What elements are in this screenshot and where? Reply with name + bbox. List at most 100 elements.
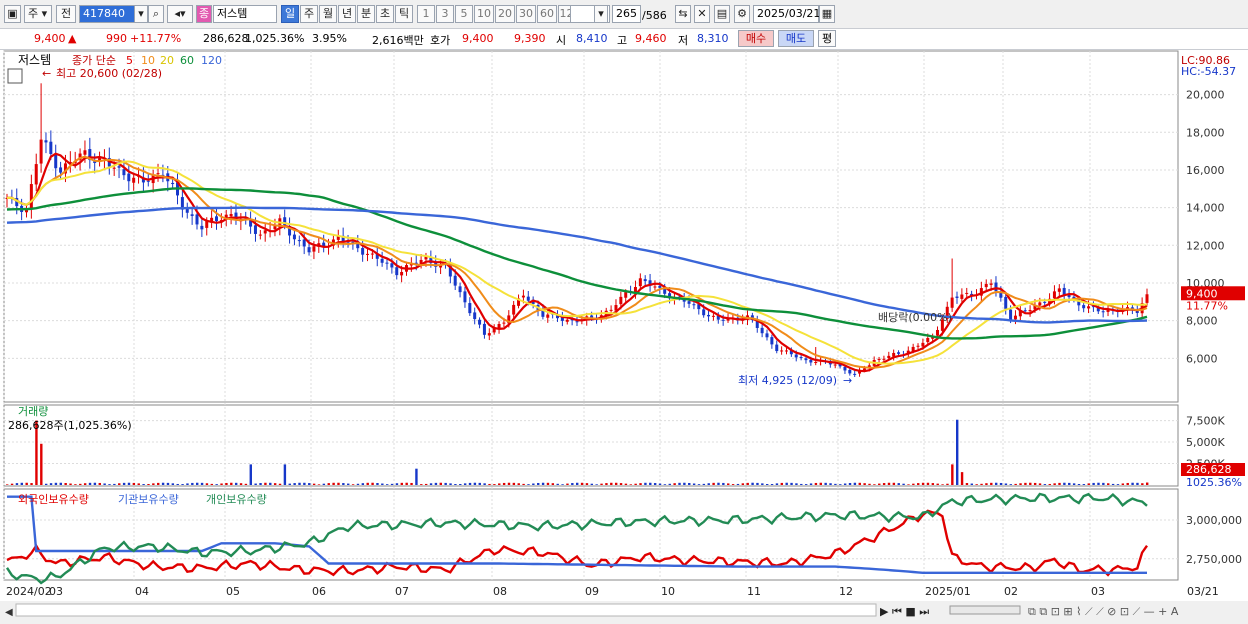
candle-body	[853, 373, 857, 375]
candle-body	[609, 309, 613, 311]
save-icon[interactable]: ▤	[714, 5, 730, 23]
candle-body	[721, 319, 725, 321]
legend-foreign: 외국인보유수량	[18, 493, 89, 506]
volume-bar	[887, 482, 891, 485]
period-tab[interactable]: 초	[376, 5, 394, 23]
price-tick-label: 18,000	[1186, 126, 1225, 139]
volume-bar	[882, 483, 886, 485]
minute-step-button[interactable]: 30	[516, 5, 536, 23]
volume-bar	[790, 482, 793, 485]
eval-button[interactable]: 평	[818, 30, 836, 47]
period-tab[interactable]: 일	[281, 5, 299, 23]
period-tab[interactable]: 월	[319, 5, 337, 23]
candle-body	[848, 369, 852, 374]
minute-step-button[interactable]: 10	[474, 5, 494, 23]
volume-bar	[108, 484, 111, 485]
volume-bar	[956, 419, 959, 485]
link-icon[interactable]: ⇆	[675, 5, 691, 23]
minute-step-button[interactable]: 5	[455, 5, 473, 23]
volume-bar	[517, 483, 520, 485]
tool-icon[interactable]: ✕	[694, 5, 710, 23]
volume-bar	[1126, 482, 1129, 485]
ma-legend-5: 5	[126, 54, 133, 67]
candle-body	[521, 295, 525, 298]
volume-tick-label: 7,500K	[1186, 415, 1225, 428]
period-tab[interactable]: 분	[357, 5, 375, 23]
volume-bar	[1072, 483, 1076, 485]
gear-icon[interactable]: ⚙	[734, 5, 750, 23]
x-tick-label: 04	[135, 585, 149, 598]
candle-body	[1145, 294, 1149, 303]
minute-step-button[interactable]: 20	[495, 5, 515, 23]
volume-bar	[54, 482, 58, 485]
volume-bar	[59, 482, 62, 485]
volume-bar	[951, 464, 954, 485]
calendar-icon[interactable]: ▦	[819, 5, 835, 23]
volume-bar	[1087, 483, 1090, 485]
candle-body	[366, 253, 370, 255]
current-price: 9,400	[34, 32, 66, 45]
candle-body	[1028, 309, 1032, 312]
x-tick-label: 08	[493, 585, 507, 598]
buy-button[interactable]: 매수	[738, 30, 774, 47]
candle-body	[263, 230, 267, 234]
candle-body	[273, 226, 277, 230]
volume-bar	[590, 483, 594, 485]
period-tab[interactable]: 틱	[395, 5, 413, 23]
volume-bar	[839, 484, 842, 485]
candle-body	[989, 283, 993, 285]
period-tab[interactable]: 년	[338, 5, 356, 23]
volume-bar	[512, 482, 516, 485]
volume-bar	[717, 482, 720, 485]
scope-button[interactable]: 전	[56, 5, 76, 23]
volume-bar	[668, 483, 671, 485]
candle-body	[1023, 310, 1027, 312]
count-input[interactable]: 265	[612, 5, 641, 23]
candle-body	[39, 139, 43, 164]
volume-bar	[775, 483, 779, 485]
volume-bar	[327, 483, 330, 485]
x-tick-label: 09	[585, 585, 599, 598]
date-input[interactable]: 2025/03/21	[753, 5, 820, 23]
volume-bar	[137, 483, 140, 485]
volume-bar	[390, 483, 394, 485]
chevron-down-icon[interactable]: ▾	[134, 5, 148, 23]
minute-step-button[interactable]: 3	[436, 5, 454, 23]
minute-step-button[interactable]: 60	[537, 5, 557, 23]
volume-bar	[868, 483, 871, 485]
volume-bar	[293, 483, 296, 485]
volume-bar	[980, 483, 983, 485]
volume-bar	[619, 483, 623, 485]
volume-bar	[249, 464, 252, 485]
low-arrow-icon: →	[843, 374, 852, 387]
volume-bar	[122, 482, 126, 485]
volume-bar	[692, 483, 696, 485]
volume-bar	[644, 482, 647, 485]
candle-body	[882, 358, 886, 360]
volume-bar	[1038, 483, 1042, 485]
period-tab[interactable]: 주	[300, 5, 318, 23]
speaker-icon[interactable]: ◂▾	[167, 5, 193, 23]
high-arrow-icon: ←	[42, 67, 51, 80]
chevron-down-icon[interactable]: ▾	[594, 5, 608, 23]
minute-step-button[interactable]: 1	[417, 5, 435, 23]
candle-body	[512, 304, 516, 315]
window-menu-icon[interactable]: ▣	[4, 5, 21, 23]
candle-body	[1013, 315, 1017, 320]
candle-body	[292, 234, 296, 240]
candle-body	[205, 221, 209, 228]
volume-bar	[44, 483, 48, 485]
stock-code-input[interactable]: 417840	[79, 5, 135, 23]
volume-bar	[1107, 483, 1110, 485]
x-tick-label: 07	[395, 585, 409, 598]
candle-body	[843, 366, 847, 371]
sell-button[interactable]: 매도	[778, 30, 814, 47]
candle-body	[487, 333, 491, 336]
candle-body	[482, 323, 486, 335]
stock-name-field[interactable]: 저스템	[213, 5, 277, 23]
search-icon[interactable]: ⌕	[148, 5, 164, 23]
candle-body	[83, 150, 87, 155]
chart-svg: 6,0008,00010,00012,00014,00016,00018,000…	[0, 50, 1248, 621]
chart-type-select[interactable]: 주 ▾	[24, 5, 52, 23]
volume-bar	[683, 482, 686, 485]
